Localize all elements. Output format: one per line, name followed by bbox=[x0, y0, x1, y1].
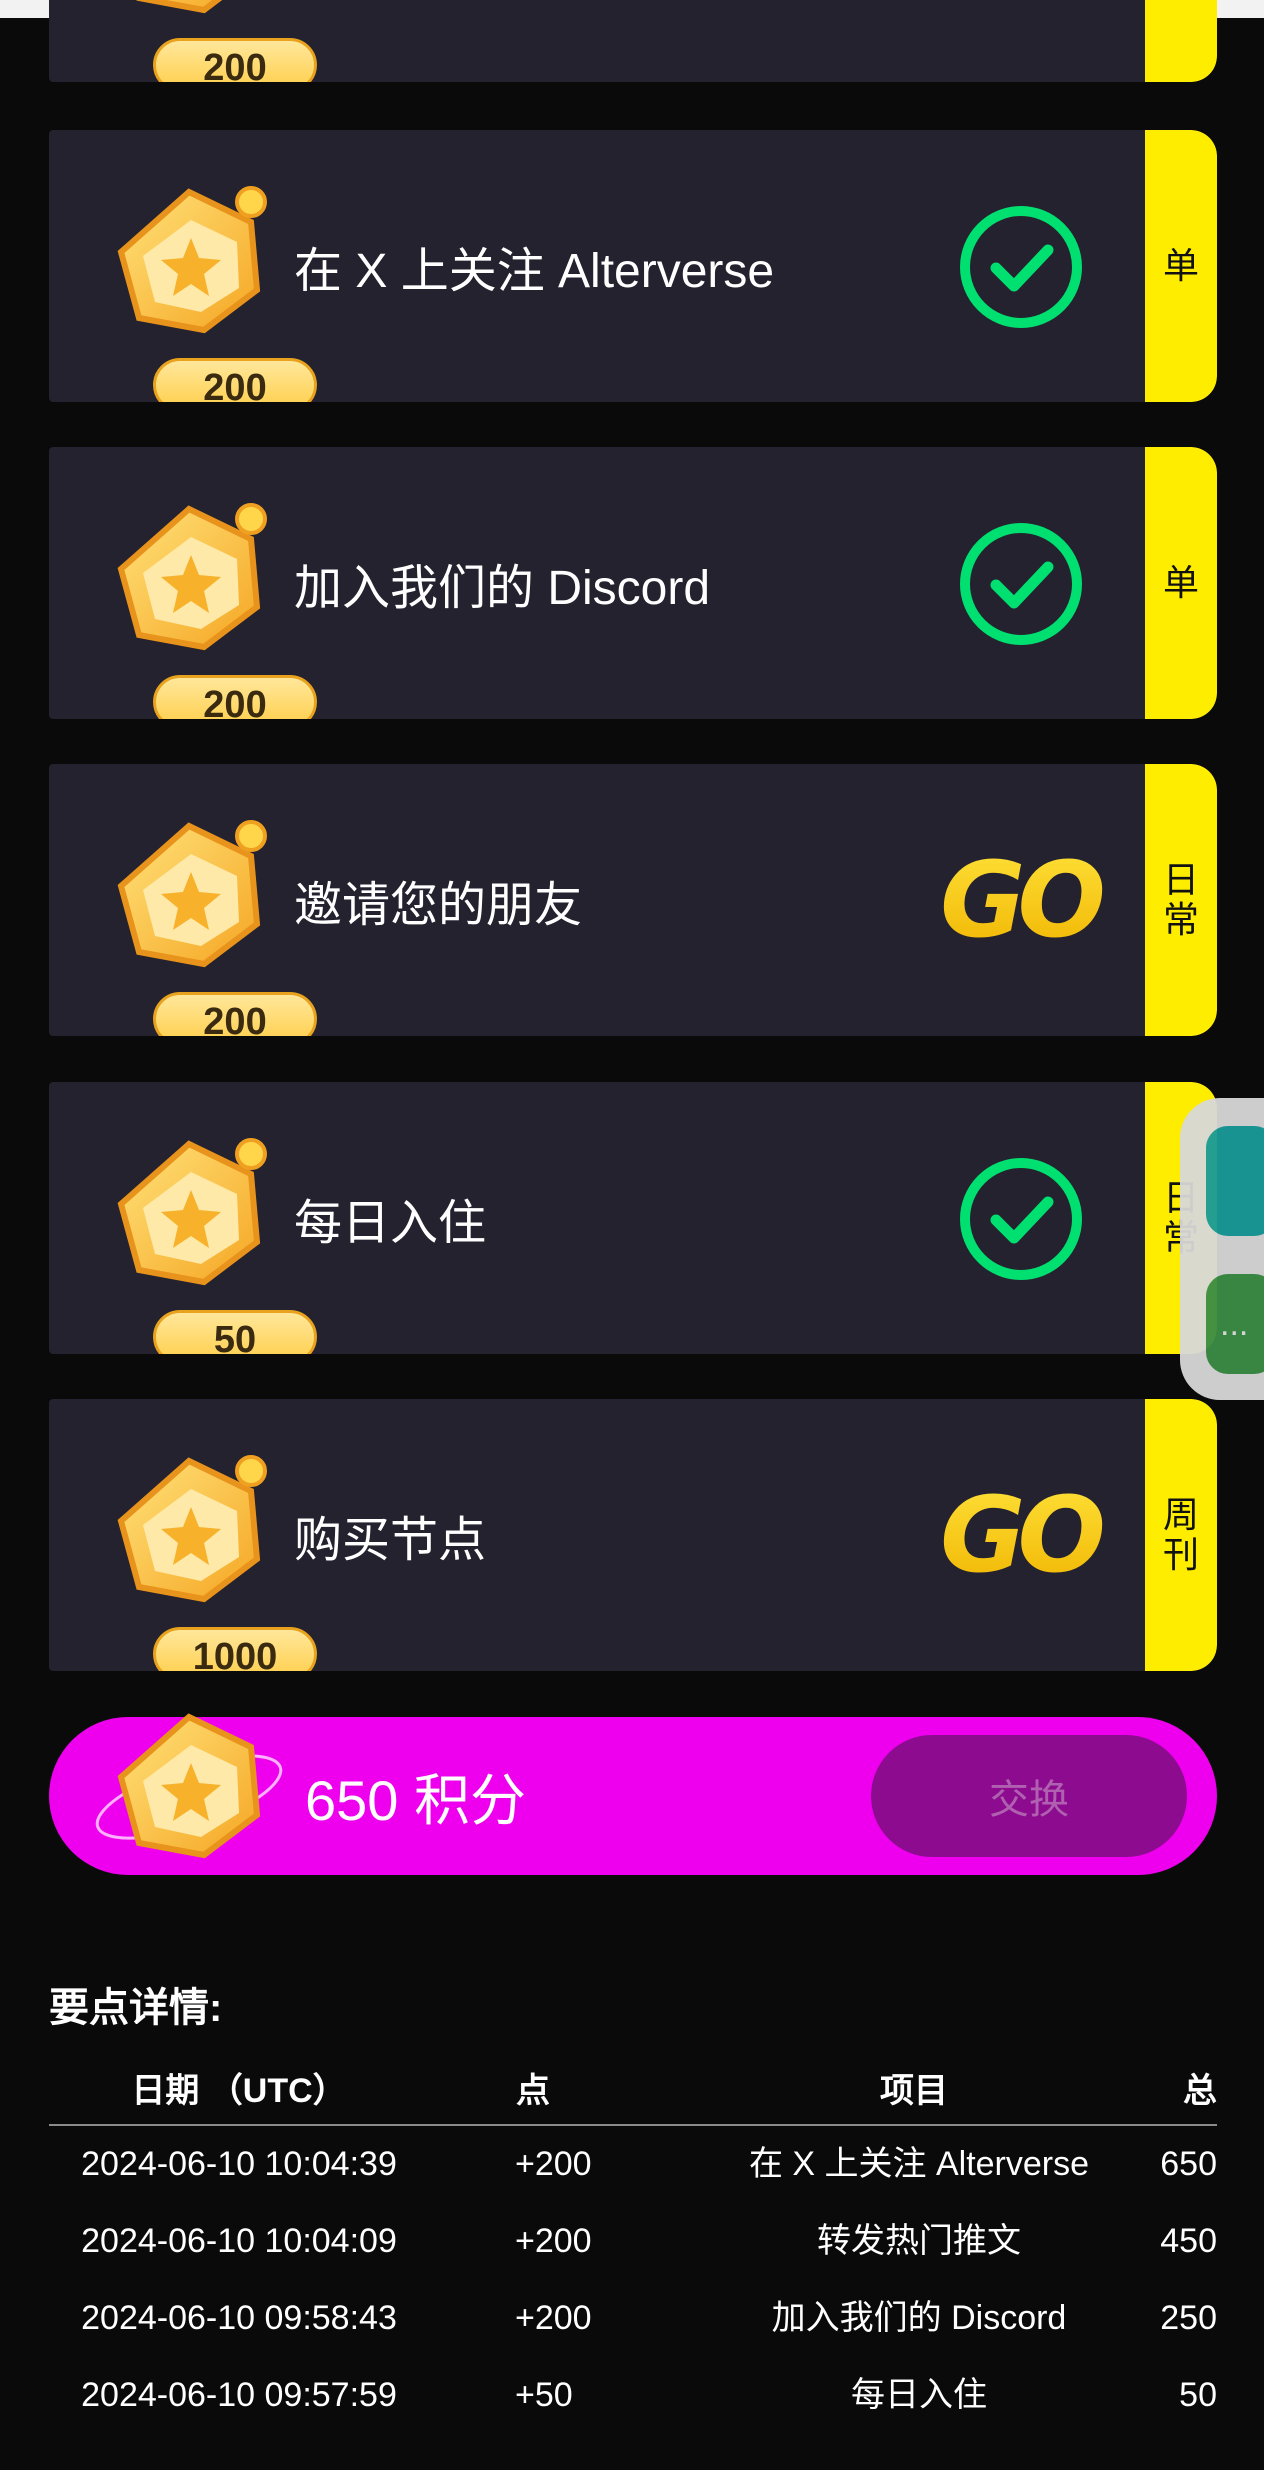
exchange-button[interactable]: 交换 bbox=[871, 1735, 1187, 1857]
cell-points: +200 bbox=[515, 2145, 592, 2183]
table-header: 日期 （UTC） 点 项目 总 bbox=[49, 2058, 1217, 2126]
reward-badge: 50 bbox=[153, 1310, 317, 1354]
cell-date: 2024-06-10 09:57:59 bbox=[81, 2376, 397, 2414]
task-title: 购买节点 bbox=[294, 1514, 487, 1567]
reward-badge: 200 bbox=[153, 992, 317, 1036]
cell-points: +200 bbox=[515, 2222, 592, 2260]
cell-date: 2024-06-10 10:04:09 bbox=[81, 2222, 397, 2260]
more-icon: ... bbox=[1220, 1305, 1249, 1343]
reward-badge: 200 bbox=[153, 358, 317, 402]
table-row: 2024-06-10 09:58:43 +200 加入我们的 Discord 2… bbox=[49, 2280, 1217, 2357]
task-frequency-tag: 日常 bbox=[1145, 764, 1217, 1036]
cell-item: 转发热门推文 bbox=[817, 2222, 1021, 2260]
cell-total: 50 bbox=[1179, 2376, 1217, 2414]
task-frequency-tag: 单 bbox=[1145, 130, 1217, 402]
task-title: 邀请您的朋友 bbox=[294, 879, 583, 932]
task-title: 在 X 上关注 Alterverse bbox=[294, 245, 775, 298]
task-invite-friends[interactable]: 200 邀请您的朋友 GO 日常 bbox=[49, 764, 1217, 1036]
task-join-discord[interactable]: 200 加入我们的 Discord 单 bbox=[49, 447, 1217, 719]
cell-total: 450 bbox=[1160, 2222, 1217, 2260]
points-details-title: 要点详情: bbox=[49, 1986, 223, 2030]
svg-text:GO: GO bbox=[940, 850, 1102, 950]
coin-icon: 200 bbox=[99, 180, 317, 402]
coin-icon: 200 bbox=[99, 497, 317, 719]
cell-item: 每日入住 bbox=[851, 2376, 987, 2414]
cell-points: +200 bbox=[515, 2299, 592, 2337]
table-row: 2024-06-10 10:04:39 +200 在 X 上关注 Alterve… bbox=[49, 2126, 1217, 2203]
header-points: 点 bbox=[516, 2072, 550, 2110]
cell-total: 250 bbox=[1160, 2299, 1217, 2337]
coin-icon: 200 bbox=[99, 0, 317, 82]
task-title: 每日入住 bbox=[294, 1197, 487, 1250]
coin-icon bbox=[95, 1713, 283, 1859]
coin-icon: 200 bbox=[99, 814, 317, 1036]
cell-points: +50 bbox=[515, 2376, 573, 2414]
points-total: 650 积分 bbox=[305, 1768, 526, 1832]
header-date: 日期 （UTC） bbox=[131, 2072, 347, 2110]
floating-app-button[interactable] bbox=[1206, 1126, 1264, 1236]
task-card-partial[interactable]: 200 bbox=[49, 0, 1217, 82]
check-icon bbox=[960, 523, 1082, 645]
check-icon bbox=[960, 206, 1082, 328]
reward-badge: 200 bbox=[153, 675, 317, 719]
reward-badge: 1000 bbox=[153, 1627, 317, 1671]
task-frequency-tag bbox=[1145, 0, 1217, 82]
go-button[interactable]: GO bbox=[929, 850, 1109, 950]
task-frequency-tag: 周刊 bbox=[1145, 1399, 1217, 1671]
floating-shortcut-panel[interactable]: ... bbox=[1180, 1098, 1264, 1400]
points-history-table: 日期 （UTC） 点 项目 总 2024-06-10 10:04:39 +200… bbox=[49, 2058, 1217, 2434]
cell-date: 2024-06-10 10:04:39 bbox=[81, 2145, 397, 2183]
cell-date: 2024-06-10 09:58:43 bbox=[81, 2299, 397, 2337]
cell-total: 650 bbox=[1160, 2145, 1217, 2183]
go-button[interactable]: GO bbox=[929, 1485, 1109, 1585]
task-follow-x[interactable]: 200 在 X 上关注 Alterverse 单 bbox=[49, 130, 1217, 402]
table-row: 2024-06-10 09:57:59 +50 每日入住 50 bbox=[49, 2357, 1217, 2434]
reward-badge: 200 bbox=[153, 38, 317, 82]
svg-text:GO: GO bbox=[940, 1485, 1102, 1585]
header-total: 总 bbox=[1183, 2072, 1217, 2110]
coin-icon: 50 bbox=[99, 1132, 317, 1354]
cell-item: 加入我们的 Discord bbox=[771, 2299, 1067, 2337]
points-summary-bar: 650 积分 交换 bbox=[49, 1713, 1217, 1875]
floating-more-button[interactable]: ... bbox=[1206, 1274, 1264, 1374]
coin-icon: 1000 bbox=[99, 1449, 317, 1671]
task-buy-node[interactable]: 1000 购买节点 GO 周刊 bbox=[49, 1399, 1217, 1671]
task-title: 加入我们的 Discord bbox=[294, 562, 711, 615]
task-daily-checkin[interactable]: 50 每日入住 日常 bbox=[49, 1082, 1217, 1354]
table-row: 2024-06-10 10:04:09 +200 转发热门推文 450 bbox=[49, 2203, 1217, 2280]
task-frequency-tag: 单 bbox=[1145, 447, 1217, 719]
check-icon bbox=[960, 1158, 1082, 1280]
cell-item: 在 X 上关注 Alterverse bbox=[748, 2145, 1090, 2183]
